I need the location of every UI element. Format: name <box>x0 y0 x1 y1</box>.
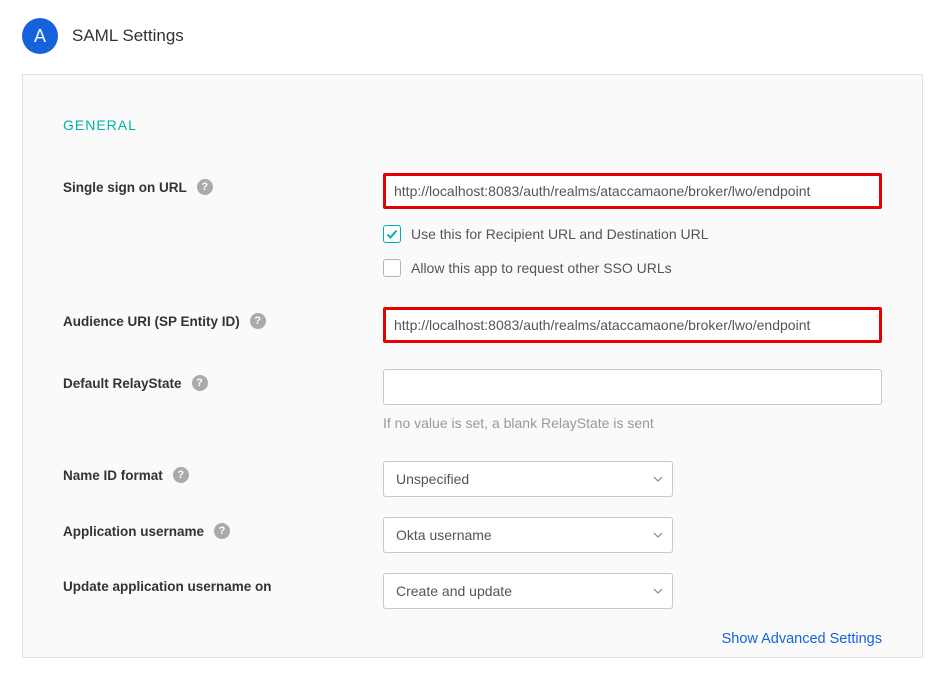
help-icon[interactable]: ? <box>197 179 213 195</box>
row-name-id: Name ID format ? Unspecified <box>63 461 882 497</box>
label-audience-uri: Audience URI (SP Entity ID) ? <box>63 307 383 329</box>
show-advanced-link[interactable]: Show Advanced Settings <box>722 631 882 647</box>
help-icon[interactable]: ? <box>173 467 189 483</box>
label-name-id-text: Name ID format <box>63 468 163 483</box>
label-update-on-text: Update application username on <box>63 579 272 594</box>
label-audience-uri-text: Audience URI (SP Entity ID) <box>63 314 240 329</box>
help-icon[interactable]: ? <box>214 523 230 539</box>
avatar: A <box>22 18 58 54</box>
checkbox-icon <box>383 225 401 243</box>
field-relay-state: If no value is set, a blank RelayState i… <box>383 369 882 431</box>
checkbox-allow-other-sso-label: Allow this app to request other SSO URLs <box>411 260 672 276</box>
field-audience-uri <box>383 307 882 343</box>
label-relay-state-text: Default RelayState <box>63 376 182 391</box>
checkbox-allow-other-sso[interactable]: Allow this app to request other SSO URLs <box>383 259 882 277</box>
checkbox-use-recipient[interactable]: Use this for Recipient URL and Destinati… <box>383 225 882 243</box>
field-name-id: Unspecified <box>383 461 882 497</box>
update-on-value: Create and update <box>396 583 512 599</box>
help-icon[interactable]: ? <box>250 313 266 329</box>
label-app-username-text: Application username <box>63 524 204 539</box>
relay-state-hint: If no value is set, a blank RelayState i… <box>383 415 882 431</box>
label-relay-state: Default RelayState ? <box>63 369 383 391</box>
label-sso-url-text: Single sign on URL <box>63 180 187 195</box>
help-icon[interactable]: ? <box>192 375 208 391</box>
checkbox-icon <box>383 259 401 277</box>
settings-panel: GENERAL Single sign on URL ? Use this fo… <box>22 74 923 658</box>
update-on-select[interactable]: Create and update <box>383 573 673 609</box>
relay-state-input[interactable] <box>383 369 882 405</box>
checkbox-use-recipient-label: Use this for Recipient URL and Destinati… <box>411 226 709 242</box>
row-app-username: Application username ? Okta username <box>63 517 882 553</box>
field-sso-url: Use this for Recipient URL and Destinati… <box>383 173 882 277</box>
page-title: SAML Settings <box>72 26 184 46</box>
field-update-on: Create and update <box>383 573 882 609</box>
avatar-letter: A <box>34 26 46 47</box>
name-id-select[interactable]: Unspecified <box>383 461 673 497</box>
row-sso-url: Single sign on URL ? Use this for Recipi… <box>63 173 882 277</box>
label-sso-url: Single sign on URL ? <box>63 173 383 195</box>
page-header: A SAML Settings <box>22 18 923 54</box>
label-app-username: Application username ? <box>63 517 383 539</box>
section-general-header: GENERAL <box>63 117 882 133</box>
advanced-link-row: Show Advanced Settings <box>63 631 882 647</box>
label-update-on: Update application username on <box>63 573 383 594</box>
app-username-select[interactable]: Okta username <box>383 517 673 553</box>
app-username-value: Okta username <box>396 527 492 543</box>
row-update-on: Update application username on Create an… <box>63 573 882 609</box>
sso-url-input[interactable] <box>383 173 882 209</box>
audience-uri-input[interactable] <box>383 307 882 343</box>
row-relay-state: Default RelayState ? If no value is set,… <box>63 369 882 431</box>
field-app-username: Okta username <box>383 517 882 553</box>
label-name-id: Name ID format ? <box>63 461 383 483</box>
row-audience-uri: Audience URI (SP Entity ID) ? <box>63 307 882 343</box>
name-id-value: Unspecified <box>396 471 469 487</box>
